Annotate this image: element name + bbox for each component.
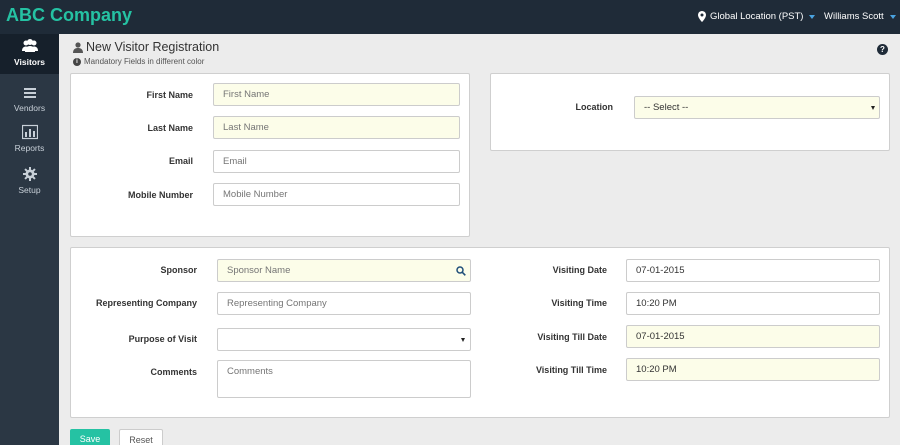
page-subtitle-text: Mandatory Fields in different color bbox=[84, 57, 205, 66]
visiting-time-input[interactable]: 10:20 PM bbox=[626, 292, 880, 315]
visiting-till-date-input[interactable]: 07-01-2015 bbox=[626, 325, 880, 348]
location-panel: Location -- Select -- bbox=[490, 73, 890, 151]
location-label: Global Location (PST) bbox=[710, 11, 804, 22]
first-name-input[interactable] bbox=[213, 83, 460, 106]
location-select[interactable]: -- Select -- bbox=[634, 96, 880, 119]
page-title-text: New Visitor Registration bbox=[86, 40, 220, 54]
sidebar: Visitors Vendors Reports Setup bbox=[0, 34, 59, 445]
last-name-input[interactable] bbox=[213, 116, 460, 139]
caret-down-icon bbox=[461, 338, 465, 342]
last-name-label: Last Name bbox=[147, 123, 193, 133]
users-icon bbox=[21, 39, 38, 52]
chevron-down-icon bbox=[889, 14, 896, 19]
email-label: Email bbox=[168, 156, 193, 166]
email-input[interactable] bbox=[213, 150, 460, 173]
visiting-date-label: Visiting Date bbox=[552, 265, 607, 275]
visiting-date-input[interactable]: 07-01-2015 bbox=[626, 259, 880, 282]
user-icon bbox=[73, 41, 83, 53]
sidebar-item-label: Vendors bbox=[13, 103, 46, 113]
sidebar-item-vendors[interactable]: Vendors bbox=[0, 79, 59, 119]
purpose-of-visit-select[interactable] bbox=[217, 328, 471, 351]
map-marker-icon bbox=[698, 11, 706, 22]
mobile-number-label: Mobile Number bbox=[127, 190, 193, 200]
sidebar-item-label: Visitors bbox=[13, 57, 46, 67]
top-bar: ABC Company Global Location (PST) Willia… bbox=[0, 0, 900, 34]
representing-company-label: Representing Company bbox=[95, 298, 197, 308]
search-icon[interactable] bbox=[456, 266, 466, 276]
info-icon: i bbox=[73, 57, 81, 66]
save-button[interactable]: Save bbox=[70, 429, 110, 445]
visit-details-panel: Sponsor Representing Company Purpose of … bbox=[70, 247, 890, 418]
user-name: Williams Scott bbox=[824, 11, 884, 22]
visiting-time-label: Visiting Time bbox=[551, 298, 607, 308]
help-icon[interactable]: ? bbox=[877, 44, 888, 55]
purpose-of-visit-label: Purpose of Visit bbox=[128, 334, 197, 344]
page-subtitle: i Mandatory Fields in different color bbox=[73, 57, 204, 66]
sidebar-item-visitors[interactable]: Visitors bbox=[0, 34, 59, 74]
caret-down-icon bbox=[871, 106, 875, 110]
sponsor-field bbox=[217, 259, 471, 282]
sidebar-item-label: Setup bbox=[18, 185, 41, 195]
user-menu[interactable]: Williams Scott bbox=[824, 11, 896, 22]
bar-chart-icon bbox=[21, 124, 38, 140]
list-icon bbox=[23, 88, 36, 98]
mobile-number-input[interactable] bbox=[213, 183, 460, 206]
visiting-till-date-label: Visiting Till Date bbox=[537, 332, 607, 342]
sidebar-item-label: Reports bbox=[14, 143, 45, 153]
first-name-label: First Name bbox=[146, 90, 193, 100]
reset-button[interactable]: Reset bbox=[119, 429, 163, 445]
location-select-value: -- Select -- bbox=[644, 102, 689, 113]
comments-label: Comments bbox=[150, 367, 197, 377]
visitor-details-panel: First Name Last Name Email Mobile Number bbox=[70, 73, 470, 237]
gear-icon bbox=[22, 167, 37, 181]
main-content: New Visitor Registration i Mandatory Fie… bbox=[59, 34, 900, 445]
visiting-till-time-label: Visiting Till Time bbox=[535, 365, 607, 375]
sidebar-item-setup[interactable]: Setup bbox=[0, 163, 59, 203]
page-title: New Visitor Registration bbox=[73, 40, 219, 54]
comments-textarea[interactable] bbox=[217, 360, 471, 398]
representing-company-input[interactable] bbox=[217, 292, 471, 315]
location-label: Location bbox=[575, 102, 614, 112]
chevron-down-icon bbox=[809, 14, 816, 19]
visiting-till-time-input[interactable]: 10:20 PM bbox=[626, 358, 880, 381]
location-dropdown[interactable]: Global Location (PST) bbox=[698, 11, 816, 22]
sidebar-item-reports[interactable]: Reports bbox=[0, 120, 59, 160]
brand-logo[interactable]: ABC Company bbox=[6, 5, 132, 26]
sponsor-input[interactable] bbox=[218, 260, 443, 281]
sponsor-label: Sponsor bbox=[160, 265, 197, 275]
